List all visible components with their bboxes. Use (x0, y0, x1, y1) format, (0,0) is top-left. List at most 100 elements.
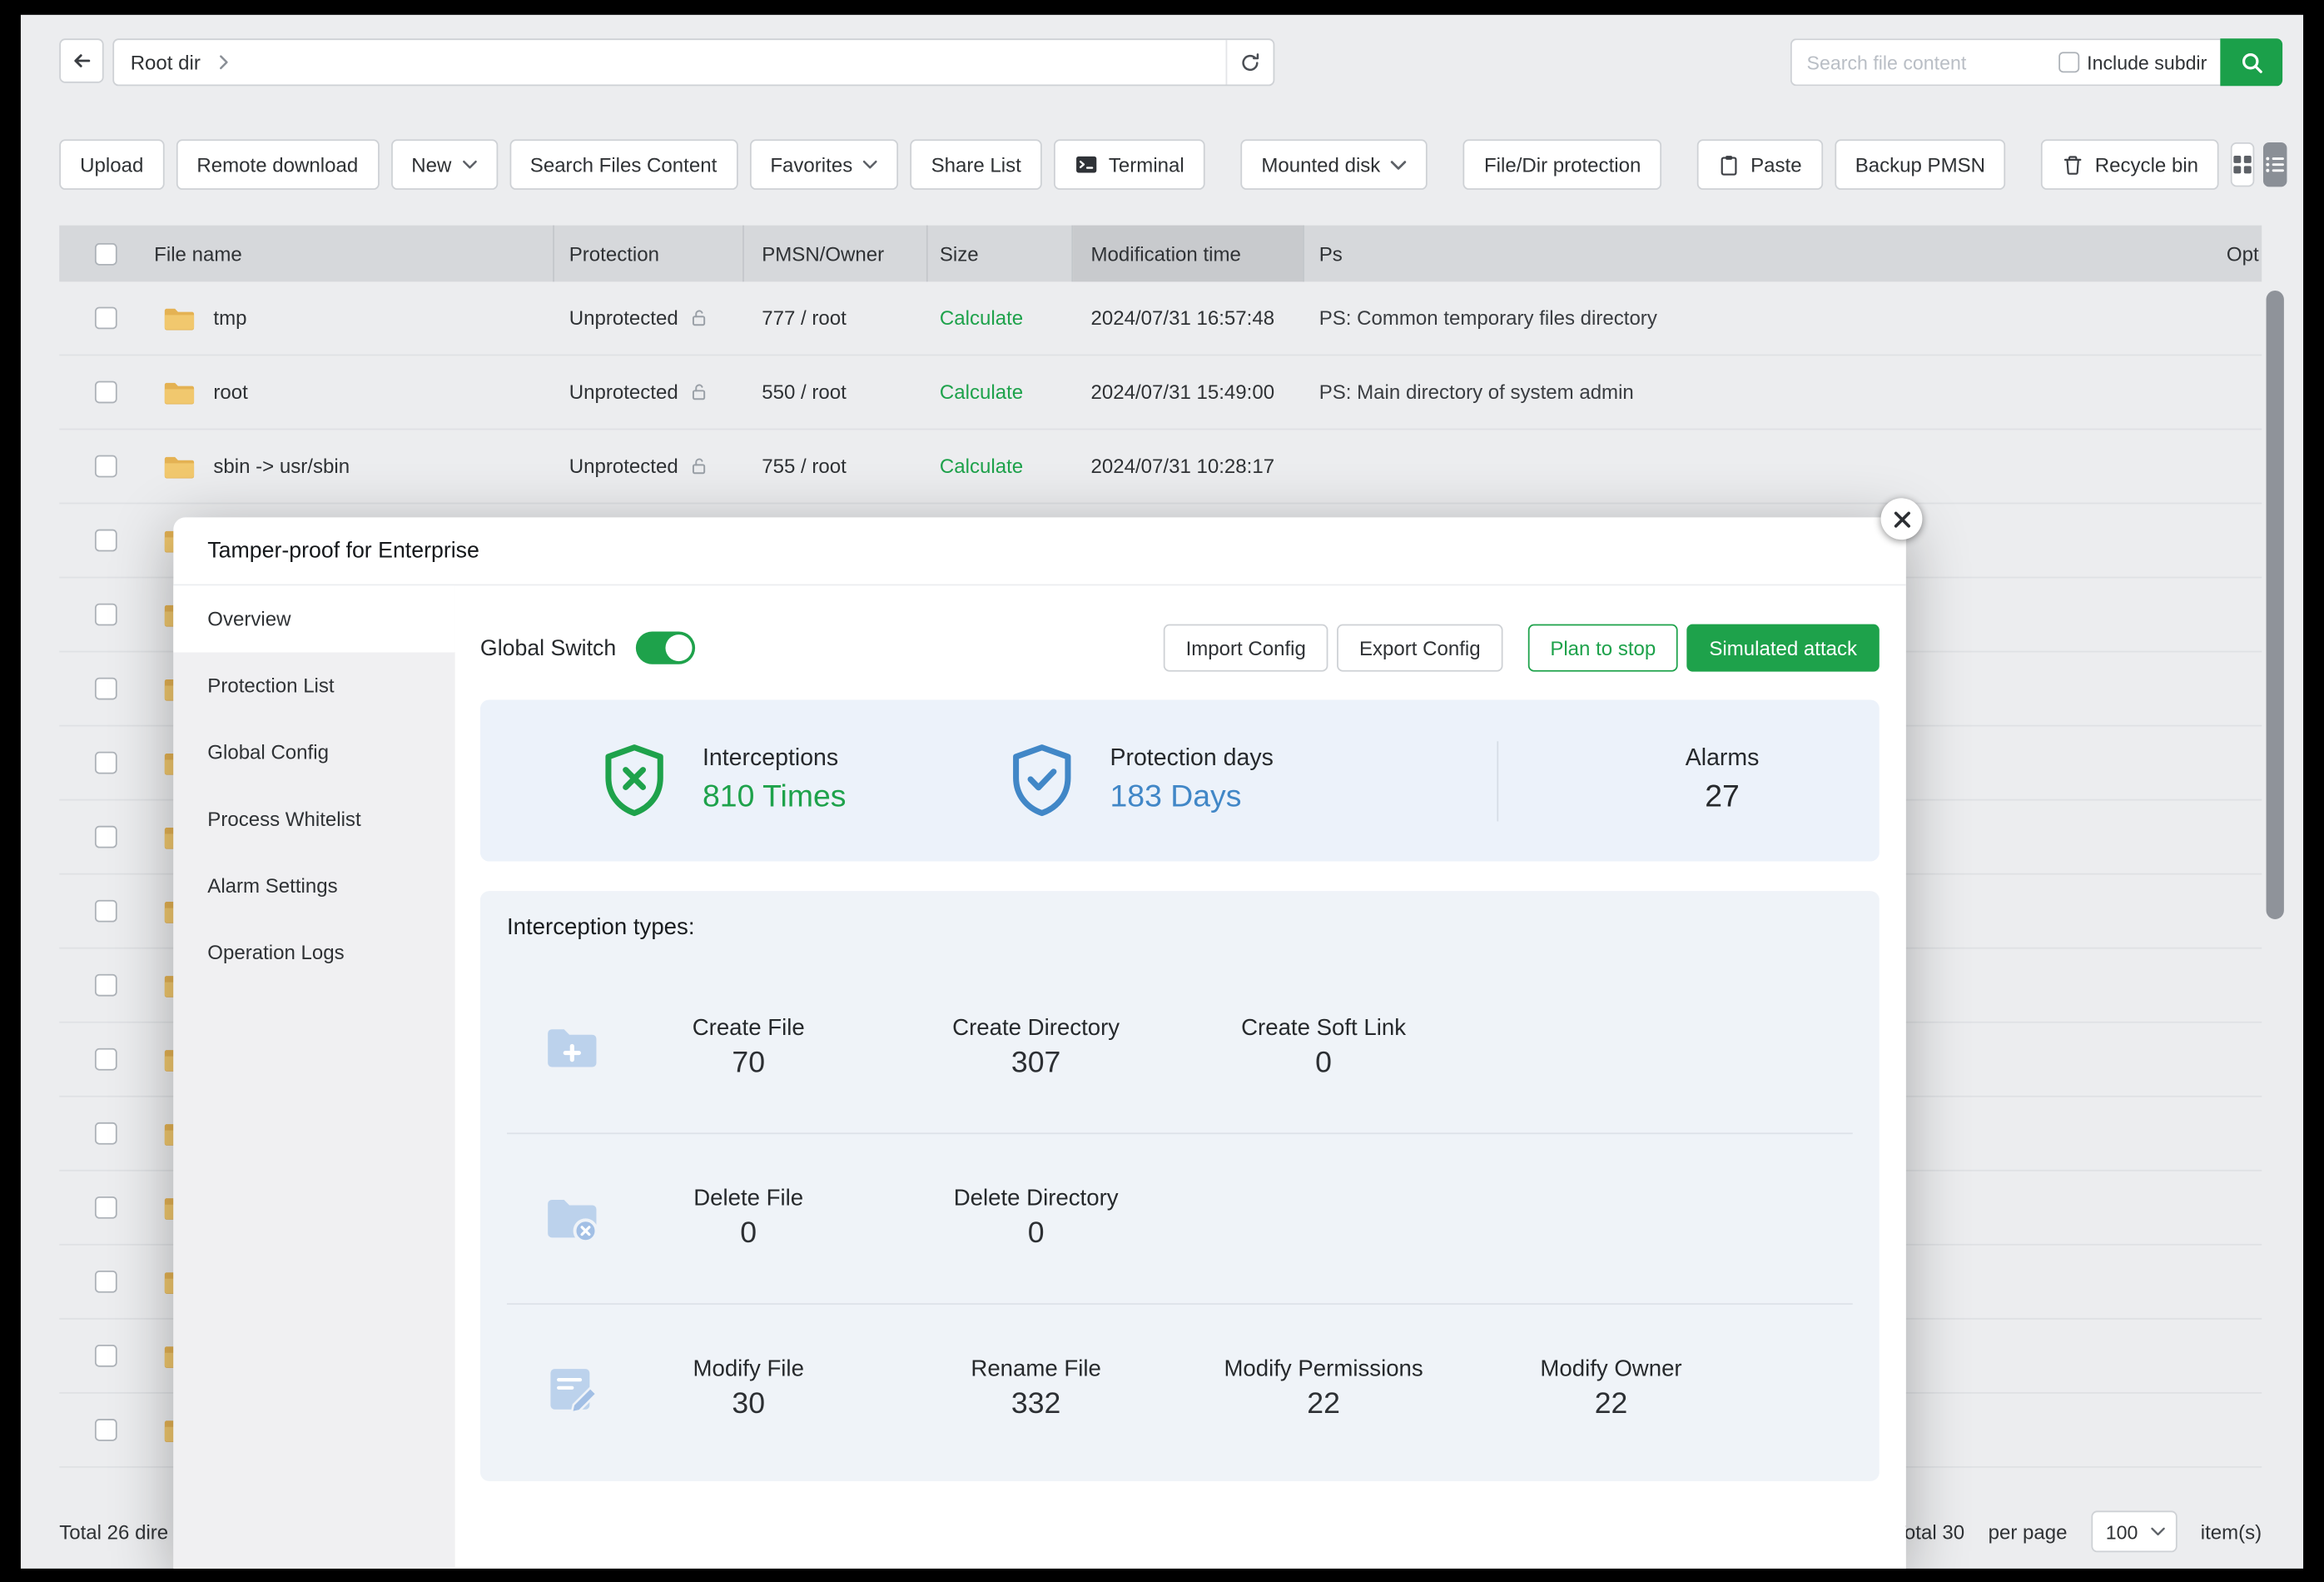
calculate-link[interactable]: Calculate (940, 381, 1023, 404)
alarms-stat: Alarms 27 (1498, 746, 1880, 816)
create-types-row: Create File 70 Create Directory 307 Crea… (507, 963, 1853, 1133)
row-checkbox[interactable] (95, 1345, 117, 1367)
modal-nav-item[interactable]: Protection List (173, 652, 454, 719)
include-subdir-checkbox[interactable] (2058, 52, 2079, 72)
row-options (2128, 356, 2262, 428)
modal-title: Tamper-proof for Enterprise (207, 538, 479, 563)
search-box: Include subdir (1790, 38, 2220, 86)
row-checkbox[interactable] (95, 455, 117, 478)
calculate-link[interactable]: Calculate (940, 455, 1023, 478)
row-checkbox[interactable] (95, 900, 117, 923)
grid-view-button[interactable] (2231, 142, 2254, 187)
include-subdir-option[interactable]: Include subdir (2058, 51, 2207, 73)
refresh-button[interactable] (1226, 40, 1274, 84)
row-checkbox[interactable] (95, 826, 117, 848)
file-name[interactable]: tmp (213, 307, 246, 330)
column-opt: Opt (2128, 226, 2262, 282)
row-checkbox[interactable] (95, 1196, 117, 1219)
row-checkbox[interactable] (95, 307, 117, 330)
mounted-disk-button[interactable]: Mounted disk (1240, 139, 1428, 190)
row-checkbox[interactable] (95, 1122, 117, 1145)
modal-nav-item[interactable]: Operation Logs (173, 919, 454, 986)
modal-nav-item[interactable]: Alarm Settings (173, 853, 454, 919)
column-protection[interactable]: Protection (554, 226, 744, 282)
select-all-checkbox[interactable] (95, 242, 117, 265)
row-checkbox[interactable] (95, 530, 117, 552)
column-pmsn-owner[interactable]: PMSN/Owner (744, 226, 928, 282)
vertical-scrollbar[interactable] (2267, 291, 2284, 919)
paste-button[interactable]: Paste (1697, 139, 1823, 190)
type-stat: Modify Owner 22 (1467, 1356, 1755, 1421)
modify-file-icon (507, 1360, 605, 1419)
table-row: tmp Unprotected 777 / root Calculate 202… (59, 281, 2262, 356)
modify-types-row: Modify File 30 Rename File 332 Modify Pe… (507, 1303, 1853, 1474)
file-dir-protection-button[interactable]: File/Dir protection (1463, 139, 1661, 190)
page-size-select[interactable]: 100 (2091, 1510, 2177, 1552)
pmsn-owner: 777 / root (744, 281, 928, 354)
file-name[interactable]: root (213, 381, 247, 404)
row-checkbox[interactable] (95, 604, 117, 626)
global-switch-toggle[interactable] (635, 632, 694, 664)
unlock-icon[interactable] (688, 456, 708, 475)
table-row: sbin -> usr/sbin Unprotected 755 / root … (59, 430, 2262, 504)
search-input[interactable] (1807, 51, 2048, 73)
folder-icon (163, 453, 196, 480)
row-checkbox[interactable] (95, 678, 117, 700)
breadcrumb-bar[interactable]: Root dir (112, 38, 1274, 86)
pmsn-owner: 550 / root (744, 356, 928, 428)
recycle-bin-button[interactable]: Recycle bin (2042, 139, 2219, 190)
shield-check-icon (1001, 739, 1084, 823)
column-file-name[interactable]: File name (139, 226, 554, 282)
row-checkbox[interactable] (95, 752, 117, 774)
share-list-button[interactable]: Share List (911, 139, 1042, 190)
chevron-down-icon (1391, 159, 1408, 169)
list-view-button[interactable] (2263, 142, 2287, 187)
simulated-attack-button[interactable]: Simulated attack (1687, 624, 1880, 672)
search-button[interactable] (2220, 38, 2282, 86)
unlock-icon[interactable] (688, 308, 708, 327)
column-ps[interactable]: Ps (1304, 226, 1720, 282)
upload-button[interactable]: Upload (59, 139, 164, 190)
modal-nav-item[interactable]: Overview (173, 585, 454, 652)
row-options (2128, 1246, 2262, 1318)
ps-note: PS: Common temporary files directory (1304, 281, 1720, 354)
protection-days-value: 183 Days (1110, 780, 1273, 816)
type-value: 307 (892, 1046, 1179, 1080)
backup-pmsn-button[interactable]: Backup PMSN (1835, 139, 2006, 190)
protection-status: Unprotected (569, 381, 678, 404)
type-stat: Delete Directory 0 (892, 1186, 1179, 1251)
type-label: Create Soft Link (1179, 1015, 1467, 1042)
import-config-button[interactable]: Import Config (1164, 624, 1328, 672)
refresh-icon (1239, 51, 1262, 73)
row-options (2128, 801, 2262, 873)
plan-to-stop-button[interactable]: Plan to stop (1528, 624, 1678, 672)
type-value: 30 (604, 1388, 891, 1422)
row-checkbox[interactable] (95, 1271, 117, 1293)
breadcrumb[interactable]: Root dir (131, 51, 201, 73)
row-checkbox[interactable] (95, 381, 117, 404)
folder-icon (163, 305, 196, 331)
row-checkbox[interactable] (95, 1419, 117, 1441)
calculate-link[interactable]: Calculate (940, 307, 1023, 330)
modal-nav-item[interactable]: Global Config (173, 719, 454, 786)
interception-types-title: Interception types: (507, 915, 1853, 942)
search-files-content-button[interactable]: Search Files Content (509, 139, 737, 190)
close-icon[interactable] (1881, 498, 1923, 540)
row-checkbox[interactable] (95, 1048, 117, 1071)
favorites-button[interactable]: Favorites (749, 139, 898, 190)
chevron-right-icon (218, 55, 230, 70)
column-size[interactable]: Size (928, 226, 1073, 282)
column-modification-time[interactable]: Modification time (1073, 226, 1304, 282)
trash-icon (2063, 153, 2085, 176)
type-value: 22 (1179, 1388, 1467, 1422)
remote-download-button[interactable]: Remote download (176, 139, 380, 190)
row-checkbox[interactable] (95, 974, 117, 997)
terminal-button[interactable]: Terminal (1054, 139, 1205, 190)
unlock-icon[interactable] (688, 382, 708, 401)
modal-nav-item[interactable]: Process Whitelist (173, 786, 454, 853)
new-button[interactable]: New (390, 139, 497, 190)
export-config-button[interactable]: Export Config (1337, 624, 1502, 672)
type-label: Rename File (892, 1356, 1179, 1383)
file-name[interactable]: sbin -> usr/sbin (213, 455, 350, 478)
back-button[interactable] (59, 38, 103, 82)
